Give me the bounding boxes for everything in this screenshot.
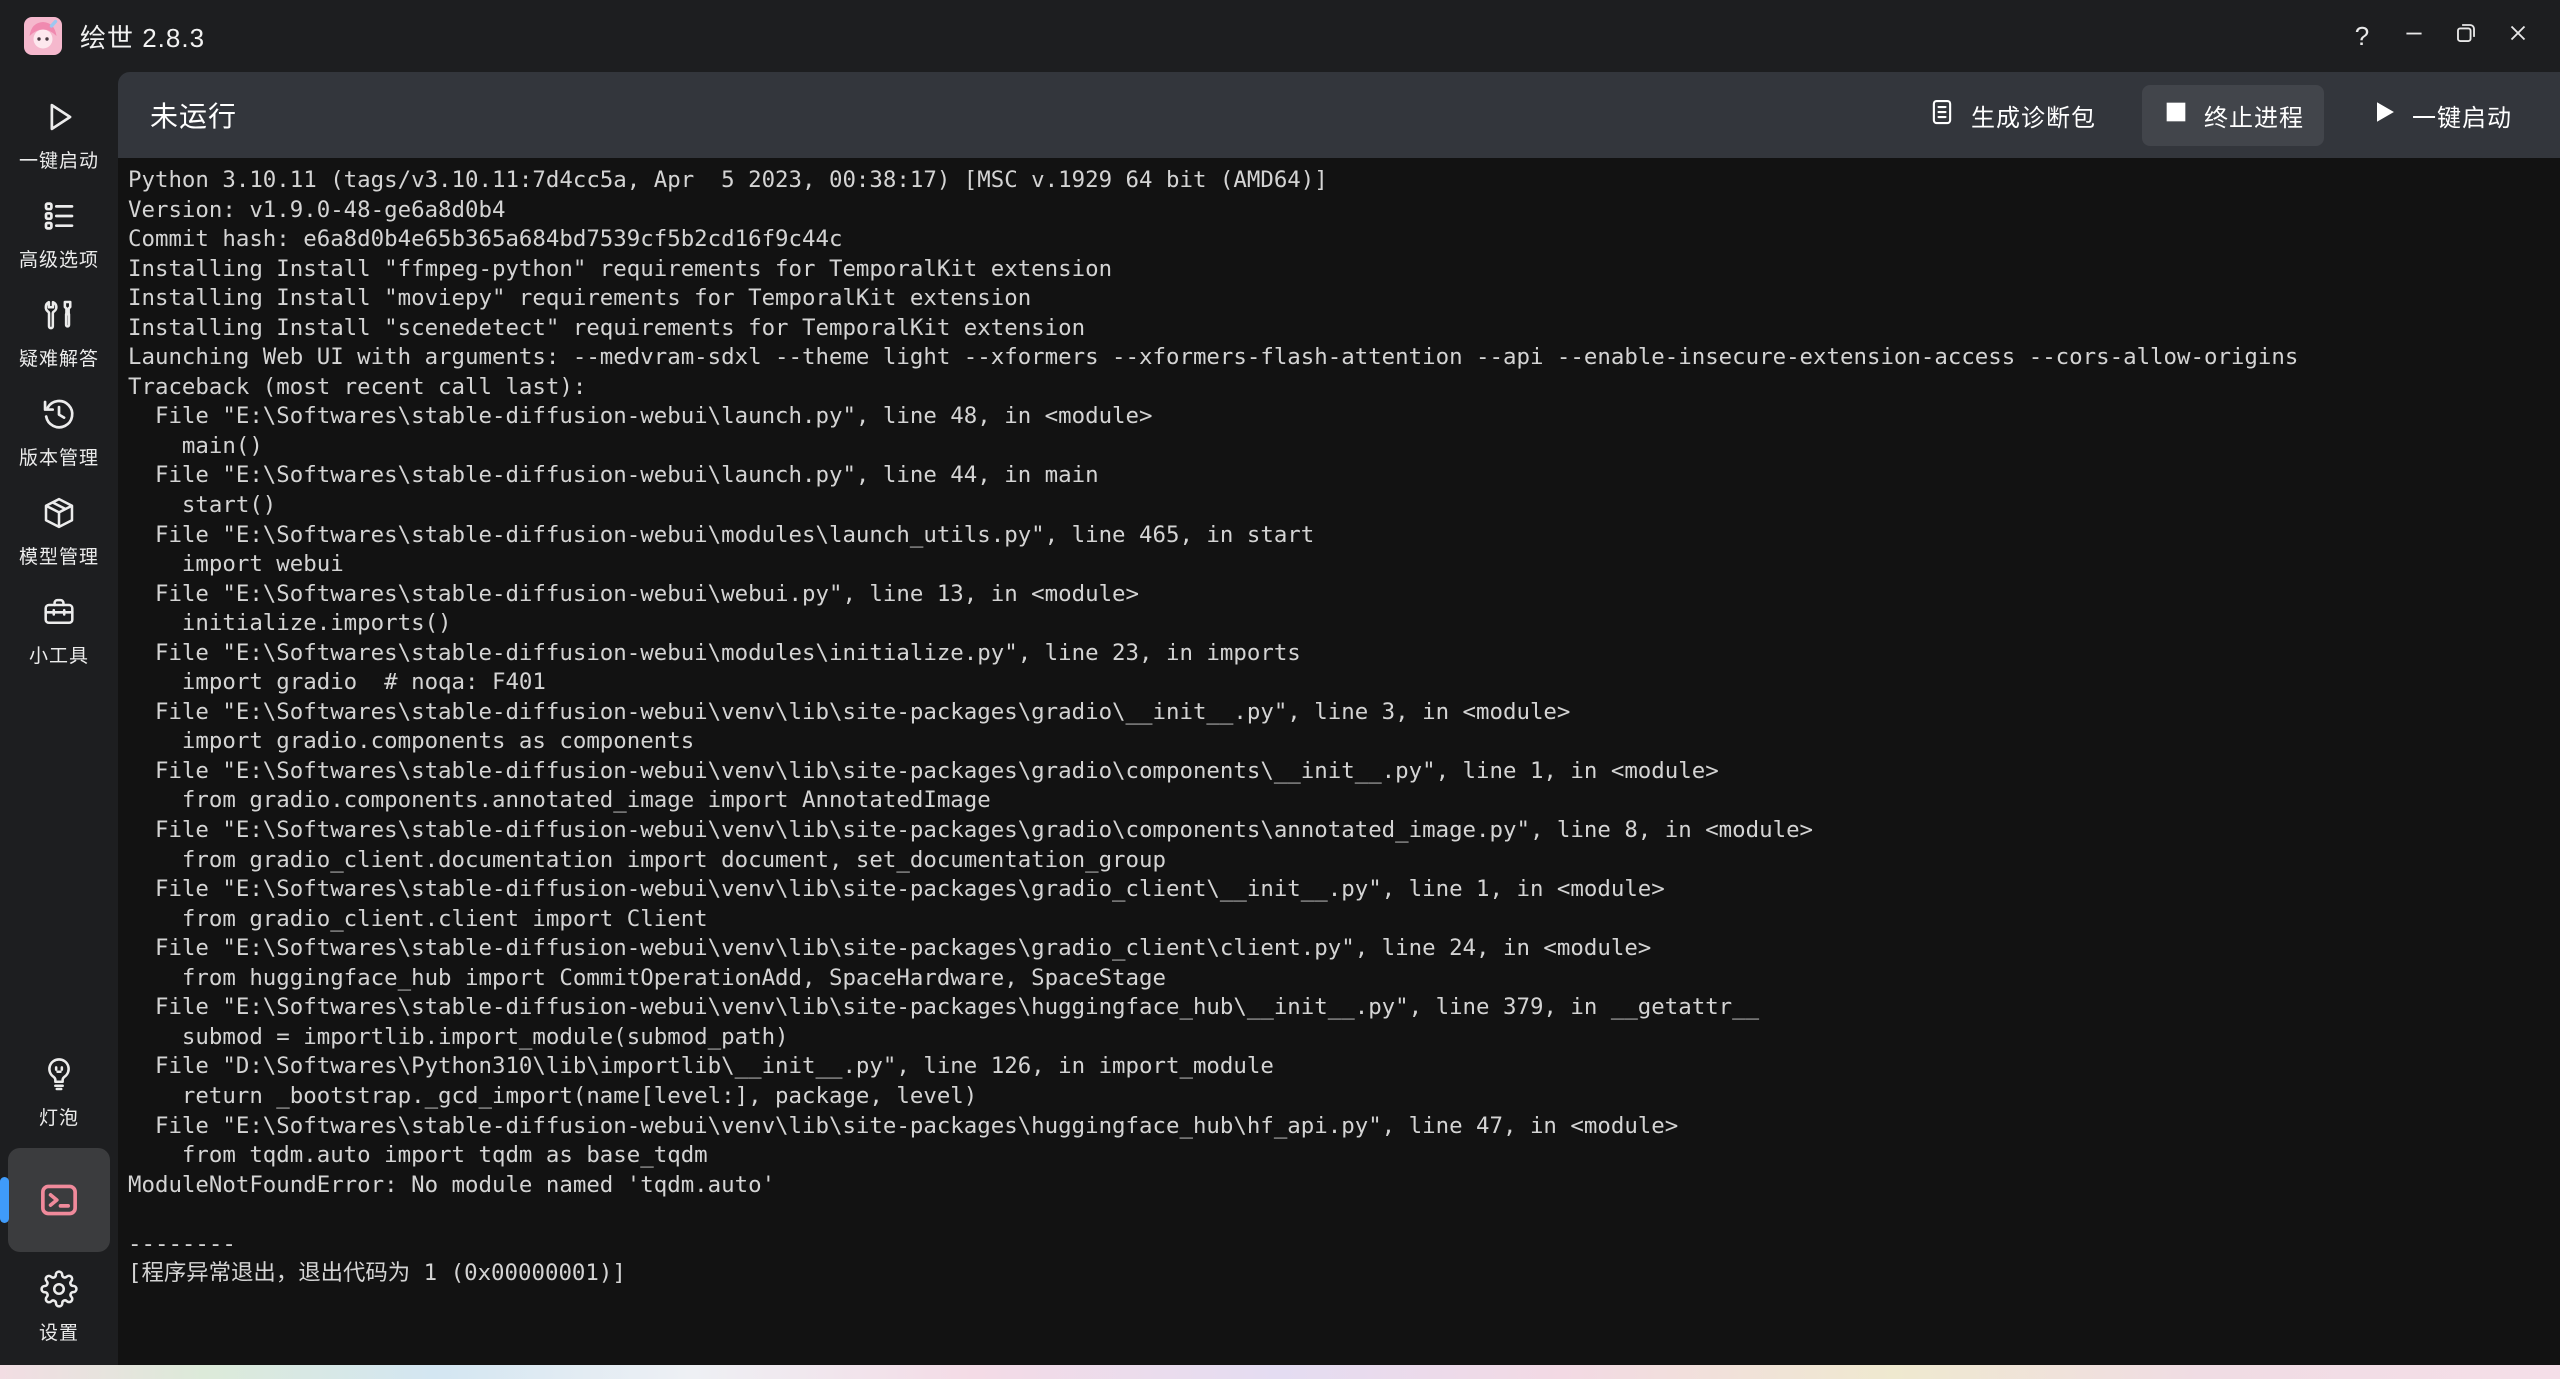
window-title: 绘世 2.8.3 xyxy=(80,18,205,55)
console-line: from huggingface_hub import CommitOperat… xyxy=(128,964,2556,994)
stop-icon xyxy=(2162,98,2190,133)
options-list-icon xyxy=(40,197,78,235)
console-line: from gradio_client.documentation import … xyxy=(128,846,2556,876)
console-line: import gradio.components as components xyxy=(128,727,2556,757)
console-output[interactable]: Python 3.10.11 (tags/v3.10.11:7d4cc5a, A… xyxy=(118,158,2560,1365)
sidebar-item-label: 灯泡 xyxy=(39,1103,79,1130)
active-item-indicator xyxy=(0,1177,9,1223)
console-line: from gradio.components.annotated_image i… xyxy=(128,786,2556,816)
console-line: from gradio_client.client import Client xyxy=(128,905,2556,935)
button-label: 生成诊断包 xyxy=(1971,98,2096,133)
sidebar-item-label: 版本管理 xyxy=(19,443,99,470)
console-line: File "E:\Softwares\stable-diffusion-webu… xyxy=(128,461,2556,491)
toolbox-icon xyxy=(40,593,78,631)
console-line: File "E:\Softwares\stable-diffusion-webu… xyxy=(128,580,2556,610)
button-label: 一键启动 xyxy=(2412,98,2512,133)
console-line: File "E:\Softwares\stable-diffusion-webu… xyxy=(128,816,2556,846)
sidebar: 一键启动 高级选项 xyxy=(0,72,118,1365)
gear-icon xyxy=(40,1270,78,1308)
console-line: Installing Install "ffmpeg-python" requi… xyxy=(128,255,2556,285)
console-line: File "E:\Softwares\stable-diffusion-webu… xyxy=(128,757,2556,787)
sidebar-item-version-management[interactable]: 版本管理 xyxy=(0,383,118,482)
console-line: File "E:\Softwares\stable-diffusion-webu… xyxy=(128,698,2556,728)
sidebar-item-troubleshooting[interactable]: 疑难解答 xyxy=(0,284,118,383)
console-line: Python 3.10.11 (tags/v3.10.11:7d4cc5a, A… xyxy=(128,166,2556,196)
sidebar-item-label: 设置 xyxy=(39,1318,79,1345)
console-line: import webui xyxy=(128,550,2556,580)
console-line: File "E:\Softwares\stable-diffusion-webu… xyxy=(128,402,2556,432)
sidebar-item-advanced-options[interactable]: 高级选项 xyxy=(0,185,118,284)
close-icon xyxy=(2505,20,2531,53)
sidebar-item-label: 高级选项 xyxy=(19,245,99,272)
main-panel: 未运行 生成诊断包 xyxy=(118,72,2560,1365)
console-line: -------- xyxy=(128,1230,2556,1260)
console-line: File "E:\Softwares\stable-diffusion-webu… xyxy=(128,1112,2556,1142)
console-line xyxy=(128,1200,2556,1230)
sidebar-item-label: 疑难解答 xyxy=(19,344,99,371)
console-line: File "E:\Softwares\stable-diffusion-webu… xyxy=(128,639,2556,669)
console-line: Installing Install "scenedetect" require… xyxy=(128,314,2556,344)
terminal-icon xyxy=(37,1181,81,1219)
sidebar-item-label: 一键启动 xyxy=(19,146,99,173)
console-line: Installing Install "moviepy" requirement… xyxy=(128,284,2556,314)
package-box-icon xyxy=(40,494,78,532)
app-window: 绘世 2.8.3 ? xyxy=(0,0,2560,1379)
console-line: return _bootstrap._gcd_import(name[level… xyxy=(128,1082,2556,1112)
console-line: main() xyxy=(128,432,2556,462)
console-line: File "E:\Softwares\stable-diffusion-webu… xyxy=(128,934,2556,964)
console-line: import gradio # noqa: F401 xyxy=(128,668,2556,698)
titlebar: 绘世 2.8.3 ? xyxy=(0,0,2560,72)
console-line: File "D:\Softwares\Python310\lib\importl… xyxy=(128,1052,2556,1082)
console-line: submod = importlib.import_module(submod_… xyxy=(128,1023,2556,1053)
sidebar-item-model-management[interactable]: 模型管理 xyxy=(0,482,118,581)
minimize-icon xyxy=(2401,20,2427,53)
sidebar-item-console[interactable] xyxy=(8,1148,110,1252)
play-filled-icon xyxy=(2370,98,2398,133)
help-icon: ? xyxy=(2355,21,2369,52)
console-line: from tqdm.auto import tqdm as base_tqdm xyxy=(128,1141,2556,1171)
console-line: Version: v1.9.0-48-ge6a8d0b4 xyxy=(128,196,2556,226)
restore-button[interactable] xyxy=(2440,12,2492,60)
console-line: Traceback (most recent call last): xyxy=(128,373,2556,403)
sidebar-item-one-click-launch[interactable]: 一键启动 xyxy=(0,86,118,185)
console-line: File "E:\Softwares\stable-diffusion-webu… xyxy=(128,875,2556,905)
sidebar-item-label: 模型管理 xyxy=(19,542,99,569)
run-status: 未运行 xyxy=(150,95,237,135)
console-line: start() xyxy=(128,491,2556,521)
diagnostic-doc-icon xyxy=(1927,97,1957,134)
console-line: [程序异常退出，退出代码为 1 (0x00000001)] xyxy=(128,1259,2556,1289)
wrench-screwdriver-icon xyxy=(40,296,78,334)
console-line: initialize.imports() xyxy=(128,609,2556,639)
button-label: 终止进程 xyxy=(2204,98,2304,133)
console-line: Commit hash: e6a8d0b4e65b365a684bd7539cf… xyxy=(128,225,2556,255)
console-line: Launching Web UI with arguments: --medvr… xyxy=(128,343,2556,373)
close-button[interactable] xyxy=(2492,12,2544,60)
sidebar-item-lightbulb[interactable]: 灯泡 xyxy=(0,1043,118,1142)
console-line: ModuleNotFoundError: No module named 'tq… xyxy=(128,1171,2556,1201)
main-header: 未运行 生成诊断包 xyxy=(118,72,2560,158)
generate-diagnostic-button[interactable]: 生成诊断包 xyxy=(1907,84,2116,147)
sidebar-item-label: 小工具 xyxy=(29,641,89,668)
terminate-process-button[interactable]: 终止进程 xyxy=(2142,85,2324,146)
restore-icon xyxy=(2453,20,2479,53)
play-outline-icon xyxy=(40,98,78,136)
window-controls: ? xyxy=(2336,12,2544,60)
huishi-avatar-icon xyxy=(24,17,62,55)
history-clock-icon xyxy=(40,395,78,433)
console-line: File "E:\Softwares\stable-diffusion-webu… xyxy=(128,993,2556,1023)
lightbulb-icon xyxy=(40,1055,78,1093)
sidebar-item-settings[interactable]: 设置 xyxy=(0,1258,118,1357)
footer-gradient-bar xyxy=(0,1365,2560,1379)
help-button[interactable]: ? xyxy=(2336,12,2388,60)
console-line: File "E:\Softwares\stable-diffusion-webu… xyxy=(128,521,2556,551)
one-click-launch-button[interactable]: 一键启动 xyxy=(2350,85,2532,146)
sidebar-bottom-group: 灯泡 xyxy=(0,1043,118,1365)
sidebar-item-small-tools[interactable]: 小工具 xyxy=(0,581,118,680)
header-actions: 生成诊断包 终止进程 一键启动 xyxy=(1907,84,2532,147)
minimize-button[interactable] xyxy=(2388,12,2440,60)
